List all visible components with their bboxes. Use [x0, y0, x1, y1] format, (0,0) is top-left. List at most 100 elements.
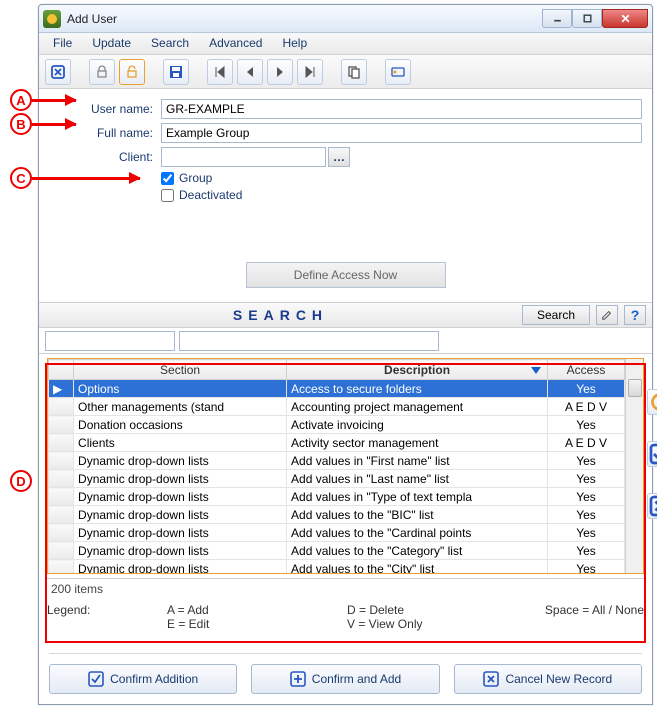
table-row[interactable]: Dynamic drop-down listsAdd values in "Fi… [49, 452, 625, 470]
row-handle[interactable] [49, 542, 74, 560]
menu-advanced[interactable]: Advanced [199, 33, 272, 54]
row-handle[interactable] [49, 398, 74, 416]
legend-v: V = View Only [347, 617, 507, 631]
row-handle[interactable] [49, 434, 74, 452]
next-record-icon[interactable] [267, 59, 293, 85]
uncheck-all-icon[interactable] [647, 493, 657, 519]
row-handle-header [49, 360, 74, 380]
plus-icon [290, 671, 306, 687]
define-access-button[interactable]: Define Access Now [246, 262, 446, 288]
row-handle[interactable] [49, 506, 74, 524]
cell-section: Clients [74, 434, 287, 452]
col-description[interactable]: Description [287, 360, 548, 380]
client-lookup-button[interactable]: … [328, 147, 350, 167]
titlebar: Add User [39, 5, 652, 33]
add-user-window: Add User File Update Search Advanced Hel… [38, 4, 653, 705]
search-field-2[interactable] [179, 331, 439, 351]
cell-section: Dynamic drop-down lists [74, 452, 287, 470]
deactivated-checkbox[interactable] [161, 189, 174, 202]
cell-description: Add values in "Last name" list [287, 470, 548, 488]
cancel-new-record-button[interactable]: Cancel New Record [454, 664, 642, 694]
row-handle[interactable] [49, 416, 74, 434]
menu-search[interactable]: Search [141, 33, 199, 54]
table-row[interactable]: Dynamic drop-down listsAdd values to the… [49, 506, 625, 524]
legend-d: D = Delete [347, 603, 507, 617]
menu-file[interactable]: File [43, 33, 82, 54]
card-icon[interactable] [385, 59, 411, 85]
table-row[interactable]: Dynamic drop-down listsAdd values to the… [49, 542, 625, 560]
lock-icon[interactable] [89, 59, 115, 85]
access-table[interactable]: Section Description Access ▶OptionsAcces… [48, 359, 625, 573]
close-button[interactable] [602, 9, 648, 28]
scroll-thumb[interactable] [628, 379, 642, 397]
cell-description: Add values in "Type of text templa [287, 488, 548, 506]
toggle-all-icon[interactable] [647, 389, 657, 415]
table-row[interactable]: Dynamic drop-down listsAdd values to the… [49, 524, 625, 542]
search-heading: SEARCH [45, 307, 516, 323]
cell-description: Access to secure folders [287, 380, 548, 398]
col-section[interactable]: Section [74, 360, 287, 380]
ellipsis-icon: … [333, 150, 345, 164]
row-handle[interactable]: ▶ [49, 380, 74, 398]
legend-e: E = Edit [167, 617, 347, 631]
row-handle[interactable] [49, 560, 74, 574]
row-handle[interactable] [49, 452, 74, 470]
first-record-icon[interactable] [207, 59, 233, 85]
check-all-icon[interactable] [647, 441, 657, 467]
annotation-d: D [10, 470, 32, 492]
annotation-a: A [10, 89, 76, 111]
window-title: Add User [67, 12, 542, 26]
cell-access: Yes [548, 542, 625, 560]
search-button[interactable]: Search [522, 305, 590, 325]
confirm-and-add-button[interactable]: Confirm and Add [251, 664, 439, 694]
username-input[interactable] [161, 99, 642, 119]
prev-record-icon[interactable] [237, 59, 263, 85]
cell-section: Dynamic drop-down lists [74, 506, 287, 524]
x-icon [483, 671, 499, 687]
table-row[interactable]: ClientsActivity sector managementA E D V [49, 434, 625, 452]
cell-access: Yes [548, 488, 625, 506]
cell-section: Other managements (stand [74, 398, 287, 416]
annotation-b-label: B [10, 113, 32, 135]
maximize-button[interactable] [572, 9, 602, 28]
cell-access: Yes [548, 380, 625, 398]
group-checkbox[interactable] [161, 172, 174, 185]
annotation-a-label: A [10, 89, 32, 111]
cancel-icon[interactable] [45, 59, 71, 85]
copy-icon[interactable] [341, 59, 367, 85]
table-row[interactable]: ▶OptionsAccess to secure foldersYes [49, 380, 625, 398]
table-row[interactable]: Other managements (standAccounting proje… [49, 398, 625, 416]
cell-description: Add values in "First name" list [287, 452, 548, 470]
unlock-icon[interactable] [119, 59, 145, 85]
menu-help[interactable]: Help [272, 33, 317, 54]
minimize-button[interactable] [542, 9, 572, 28]
save-icon[interactable] [163, 59, 189, 85]
edit-search-icon[interactable] [596, 305, 618, 325]
client-label: Client: [49, 150, 161, 164]
row-handle[interactable] [49, 524, 74, 542]
row-handle[interactable] [49, 488, 74, 506]
last-record-icon[interactable] [297, 59, 323, 85]
cancel-new-record-label: Cancel New Record [505, 672, 612, 686]
menu-update[interactable]: Update [82, 33, 141, 54]
table-row[interactable]: Dynamic drop-down listsAdd values in "Ty… [49, 488, 625, 506]
table-row[interactable]: Donation occasionsActivate invoicingYes [49, 416, 625, 434]
cell-description: Accounting project management [287, 398, 548, 416]
client-input[interactable] [161, 147, 326, 167]
table-row[interactable]: Dynamic drop-down listsAdd values to the… [49, 560, 625, 574]
fullname-input[interactable] [161, 123, 642, 143]
confirm-addition-label: Confirm Addition [110, 672, 198, 686]
legend-label: Legend: [47, 603, 167, 617]
row-handle[interactable] [49, 470, 74, 488]
col-access[interactable]: Access [548, 360, 625, 380]
cell-access: Yes [548, 452, 625, 470]
table-row[interactable]: Dynamic drop-down listsAdd values in "La… [49, 470, 625, 488]
cell-access: A E D V [548, 398, 625, 416]
check-icon [88, 671, 104, 687]
search-field-1[interactable] [45, 331, 175, 351]
legend-space: Space = All / None [507, 603, 644, 617]
vertical-scrollbar[interactable] [625, 359, 643, 573]
confirm-addition-button[interactable]: Confirm Addition [49, 664, 237, 694]
legend: Legend: A = Add E = Edit D = Delete V = … [47, 603, 644, 631]
help-icon[interactable]: ? [624, 305, 646, 325]
